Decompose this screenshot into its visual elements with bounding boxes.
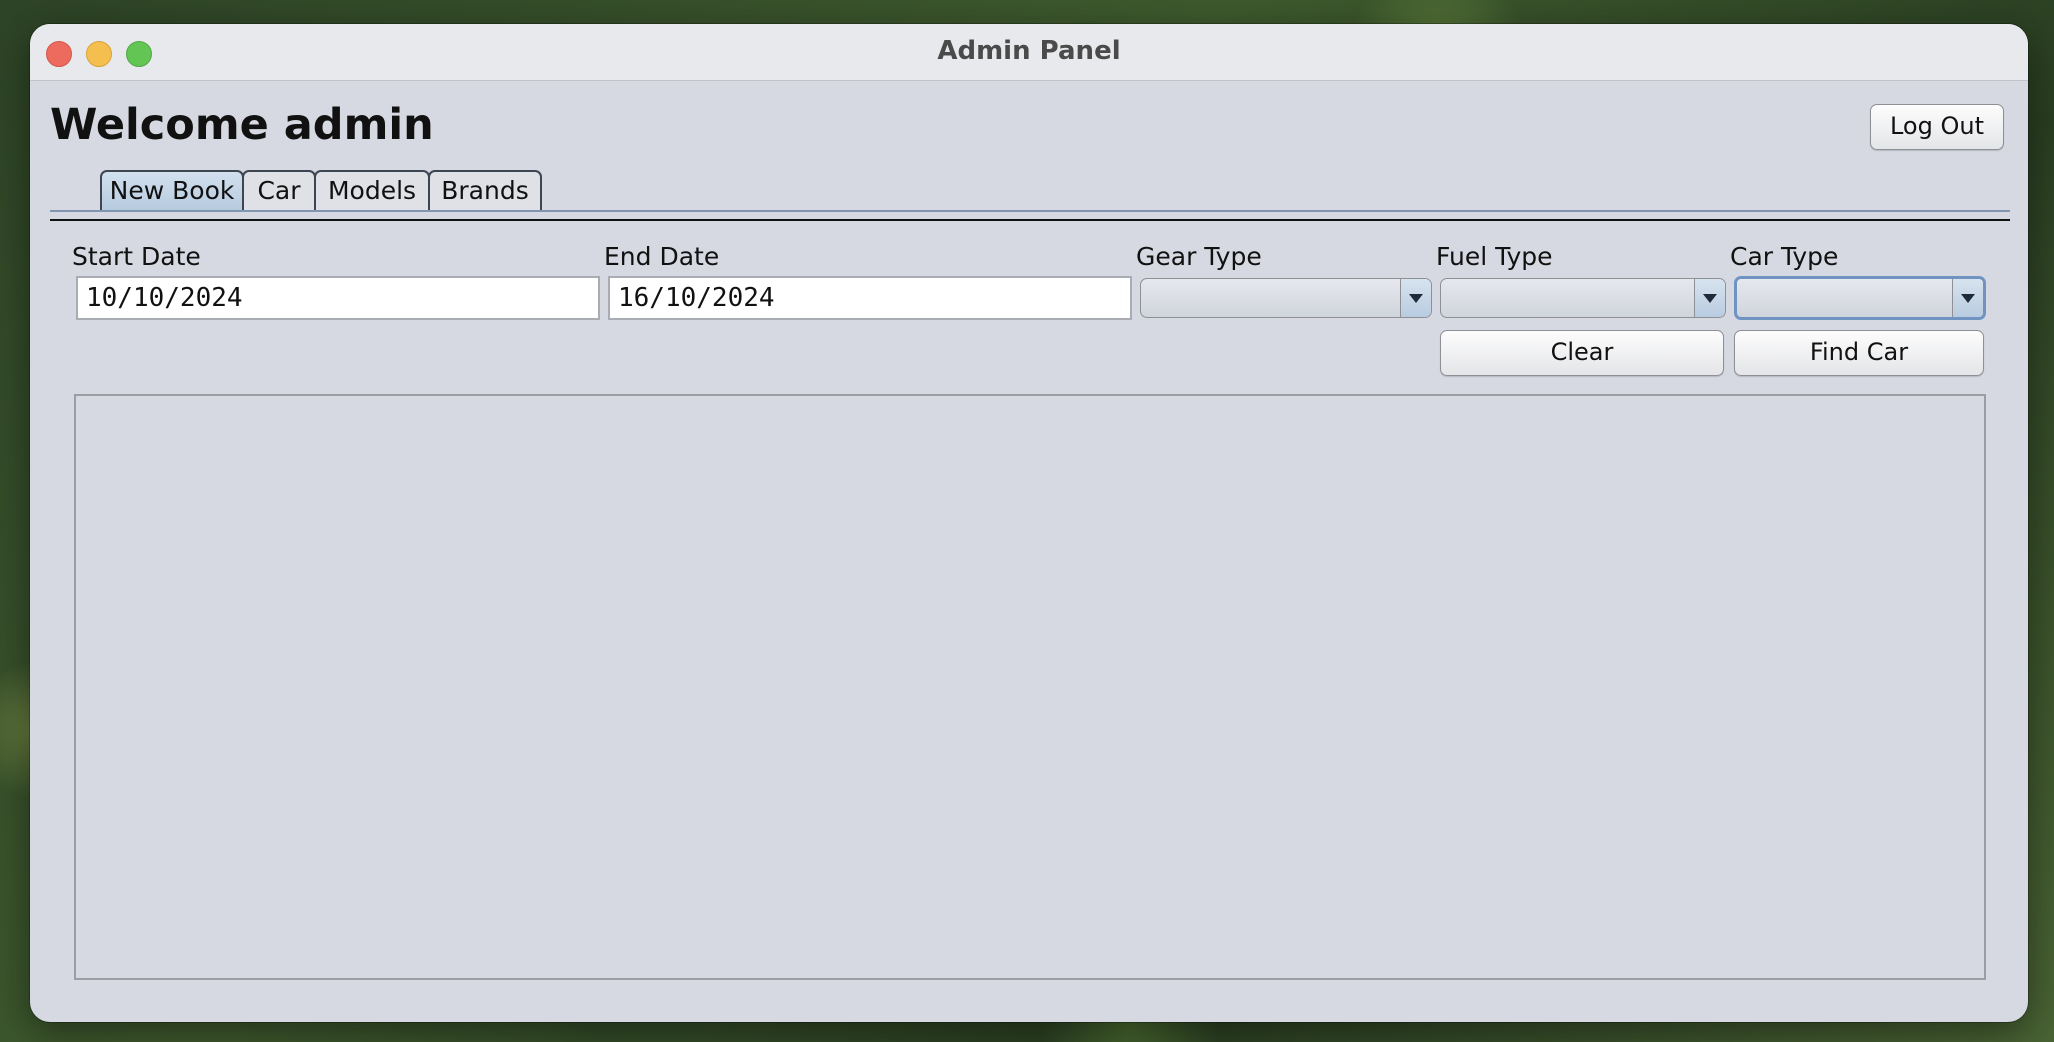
chevron-down-icon[interactable] xyxy=(1400,279,1431,317)
fuel-type-label: Fuel Type xyxy=(1436,242,1553,271)
title-bar: Admin Panel xyxy=(30,24,2028,81)
start-date-field[interactable]: 10/10/2024 xyxy=(76,276,600,320)
window-title: Admin Panel xyxy=(937,36,1121,66)
end-date-field[interactable]: 16/10/2024 xyxy=(608,276,1132,320)
chevron-down-icon[interactable] xyxy=(1952,279,1983,317)
car-type-select[interactable] xyxy=(1734,276,1986,320)
gear-type-label: Gear Type xyxy=(1136,242,1262,271)
car-type-label: Car Type xyxy=(1730,242,1839,271)
results-panel[interactable] xyxy=(74,394,1986,980)
clear-button[interactable]: Clear xyxy=(1440,330,1724,376)
end-date-label: End Date xyxy=(604,242,720,271)
fuel-type-select[interactable] xyxy=(1440,278,1726,318)
admin-panel-window: Admin Panel Welcome admin Log Out New Bo… xyxy=(30,24,2028,1022)
log-out-button[interactable]: Log Out xyxy=(1870,104,2004,150)
chevron-down-icon[interactable] xyxy=(1694,279,1725,317)
tab-divider xyxy=(50,219,2010,221)
tab-brands[interactable]: Brands xyxy=(428,170,542,210)
tab-divider-accent xyxy=(50,210,2010,212)
find-car-button[interactable]: Find Car xyxy=(1734,330,1984,376)
tab-car[interactable]: Car xyxy=(242,170,316,210)
start-date-label: Start Date xyxy=(72,242,201,271)
tab-models[interactable]: Models xyxy=(314,170,430,210)
welcome-heading: Welcome admin xyxy=(50,100,434,150)
gear-type-select[interactable] xyxy=(1140,278,1432,318)
tab-new-book[interactable]: New Book xyxy=(100,170,244,210)
